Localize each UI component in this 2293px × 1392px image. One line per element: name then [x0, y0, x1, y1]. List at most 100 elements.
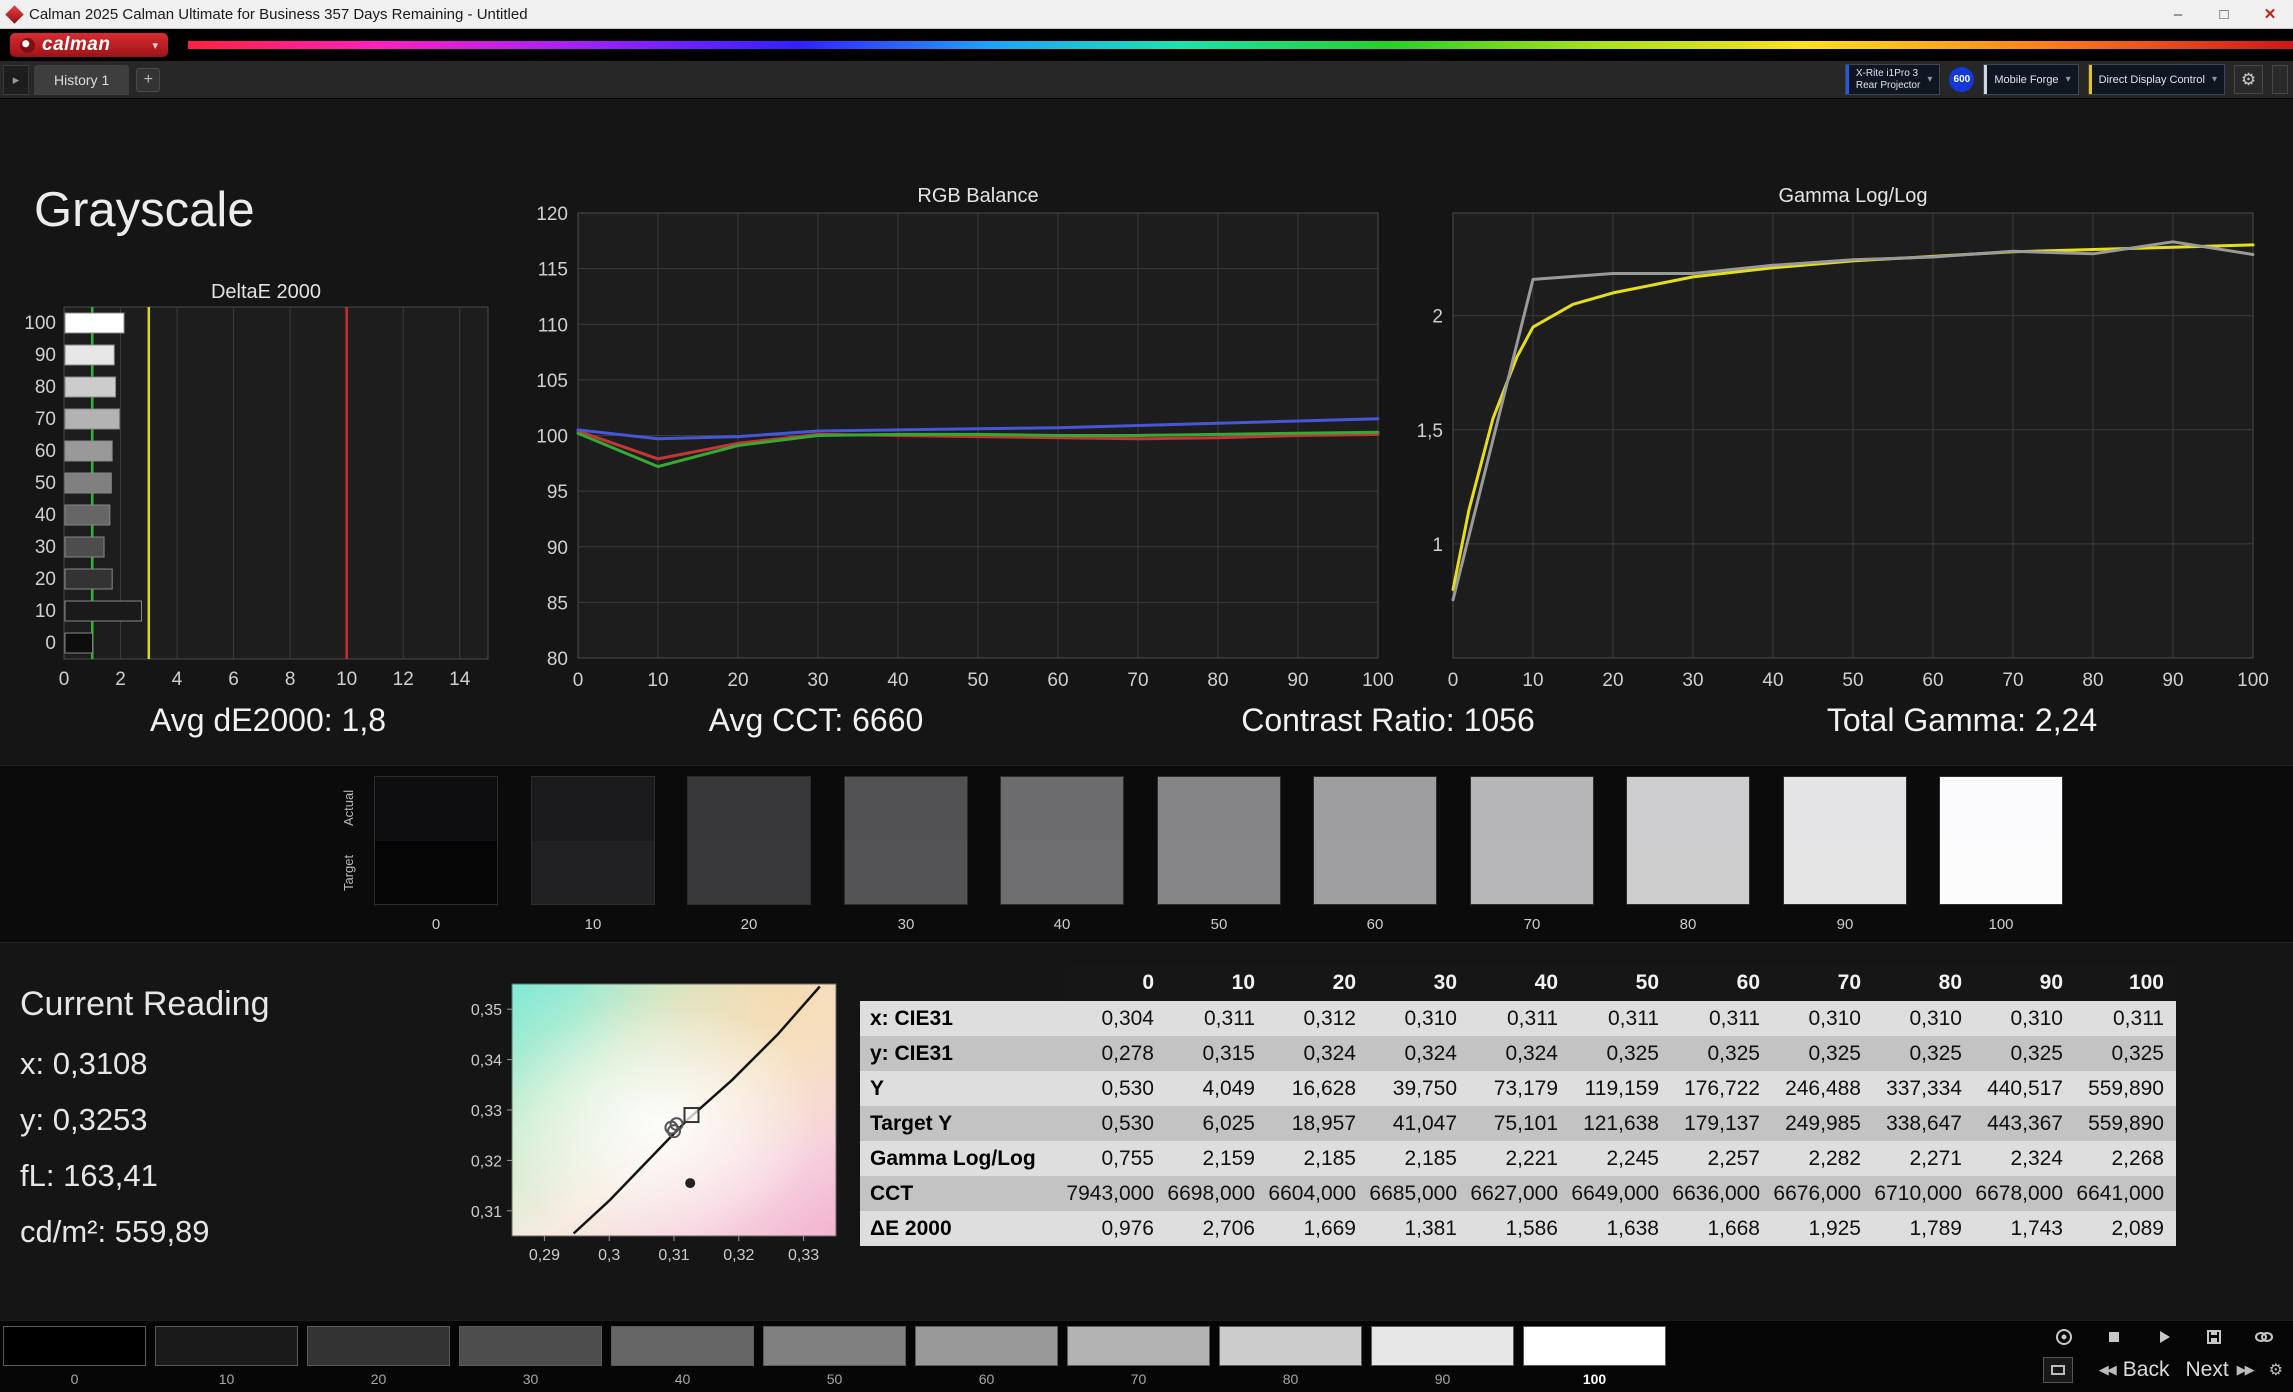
- current-reading-panel: Current Reading x: 0,3108 y: 0,3253 fL: …: [20, 985, 269, 1270]
- svg-text:50: 50: [35, 473, 56, 494]
- close-button[interactable]: ✕: [2247, 0, 2293, 28]
- reading-cdm2: cd/m²: 559,89: [20, 1214, 269, 1270]
- table-cell: 246,488: [1772, 1071, 1873, 1106]
- swatch-target-half: [1001, 841, 1123, 905]
- spectrum-strip: [188, 41, 2293, 49]
- grayscale-swatch: [1470, 776, 1594, 905]
- display-control-name: Direct Display Control: [2099, 74, 2205, 86]
- table-cell: 2,159: [1166, 1141, 1267, 1176]
- logo-bar: calman ▾: [0, 29, 2293, 61]
- swatch-level-label: 0: [374, 916, 498, 933]
- svg-text:100: 100: [24, 313, 56, 334]
- svg-text:60: 60: [1922, 670, 1943, 691]
- svg-text:110: 110: [538, 315, 568, 336]
- swatch-level-label: 10: [531, 916, 655, 933]
- svg-text:85: 85: [547, 593, 568, 614]
- minimize-button[interactable]: –: [2155, 0, 2201, 28]
- sidebar-expand-button[interactable]: ▸: [3, 65, 29, 95]
- patch-level-label: 0: [3, 1371, 146, 1387]
- rewind-icon: ◀◀: [2099, 1362, 2115, 1378]
- chevron-down-icon: ▾: [2066, 74, 2071, 85]
- patch-button[interactable]: [155, 1326, 298, 1366]
- next-label: Next: [2185, 1358, 2228, 1382]
- table-cell: 0,325: [1974, 1036, 2075, 1071]
- svg-text:30: 30: [807, 670, 828, 691]
- svg-text:90: 90: [2162, 670, 2183, 691]
- display-control-selector[interactable]: Direct Display Control ▾: [2088, 64, 2225, 95]
- swatch-level-label: 30: [844, 916, 968, 933]
- svg-text:2: 2: [115, 669, 126, 690]
- table-cell: 2,268: [2075, 1141, 2176, 1176]
- svg-text:0,34: 0,34: [471, 1053, 502, 1070]
- svg-text:0: 0: [59, 669, 70, 690]
- patch-level-label: 10: [155, 1371, 298, 1387]
- stop-button[interactable]: [2095, 1325, 2133, 1349]
- table-cell: 1,925: [1772, 1211, 1873, 1246]
- svg-text:0,33: 0,33: [788, 1247, 819, 1264]
- patch-button[interactable]: [1371, 1326, 1514, 1366]
- table-cell: 2,706: [1166, 1211, 1267, 1246]
- table-cell: 6604,000: [1267, 1176, 1368, 1211]
- svg-text:120: 120: [536, 204, 568, 225]
- svg-text:80: 80: [1207, 670, 1228, 691]
- table-row-label: Y: [860, 1071, 1065, 1106]
- add-tab-button[interactable]: +: [136, 68, 160, 92]
- patch-button[interactable]: [459, 1326, 602, 1366]
- patch-button[interactable]: [1067, 1326, 1210, 1366]
- patch-button[interactable]: [307, 1326, 450, 1366]
- exposure-badge[interactable]: 600: [1949, 67, 1974, 92]
- table-cell: 121,638: [1570, 1106, 1671, 1141]
- svg-text:30: 30: [1682, 670, 1703, 691]
- swatch-actual-half: [688, 777, 810, 841]
- transport-nav-row: ◀◀ Back Next ▶▶ ⚙: [1953, 1351, 2283, 1389]
- table-column-header: 70: [1772, 965, 1873, 1001]
- source-selector[interactable]: Mobile Forge ▾: [1983, 64, 2078, 95]
- swatch-actual-half: [532, 777, 654, 841]
- swatch-level-label: 50: [1157, 916, 1281, 933]
- save-button[interactable]: [2195, 1325, 2233, 1349]
- window-title: Calman 2025 Calman Ultimate for Business…: [29, 6, 528, 23]
- svg-text:70: 70: [2002, 670, 2023, 691]
- link-button[interactable]: [2245, 1325, 2283, 1349]
- grayscale-swatch: [1313, 776, 1437, 905]
- table-cell: 6,025: [1166, 1106, 1267, 1141]
- patch-button[interactable]: [3, 1326, 146, 1366]
- tab-history-1[interactable]: History 1: [34, 65, 129, 95]
- table-column-header: 90: [1974, 965, 2075, 1001]
- patch-button[interactable]: [611, 1326, 754, 1366]
- table-column-header: 0: [1065, 965, 1166, 1001]
- pattern-window-button[interactable]: [2043, 1357, 2073, 1383]
- patch-button[interactable]: [1219, 1326, 1362, 1366]
- patch-button[interactable]: [763, 1326, 906, 1366]
- meter-name: X-Rite i1Pro 3: [1856, 68, 1920, 80]
- table-cell: 2,185: [1368, 1141, 1469, 1176]
- table-cell: 2,089: [2075, 1211, 2176, 1246]
- calman-menu-button[interactable]: calman ▾: [10, 33, 168, 57]
- source-accent: [1984, 65, 1987, 94]
- play-button[interactable]: [2145, 1325, 2183, 1349]
- measure-button[interactable]: [2045, 1325, 2083, 1349]
- collapsed-panel-button[interactable]: [2272, 65, 2288, 94]
- contrast-ratio-readout: Contrast Ratio: 1056: [1241, 702, 1535, 739]
- table-cell: 0,310: [1772, 1001, 1873, 1036]
- svg-text:20: 20: [35, 569, 56, 590]
- table-row-label: y: CIE31: [860, 1036, 1065, 1071]
- svg-text:70: 70: [35, 409, 56, 430]
- patch-button[interactable]: [915, 1326, 1058, 1366]
- pattern-settings-icon[interactable]: ⚙: [2269, 1360, 2283, 1380]
- actual-row-label: Actual: [340, 776, 357, 840]
- table-cell: 1,669: [1267, 1211, 1368, 1246]
- settings-gear-button[interactable]: ⚙: [2234, 65, 2263, 94]
- maximize-button[interactable]: □: [2201, 0, 2247, 28]
- svg-text:100: 100: [2237, 670, 2269, 691]
- swatch-target-half: [1158, 841, 1280, 905]
- next-button[interactable]: Next ▶▶: [2185, 1358, 2252, 1382]
- table-cell: 0,312: [1267, 1001, 1368, 1036]
- svg-text:0: 0: [1448, 670, 1459, 691]
- back-button[interactable]: ◀◀ Back: [2099, 1358, 2170, 1382]
- swatch-target-half: [845, 841, 967, 905]
- meter-selector[interactable]: X-Rite i1Pro 3 Rear Projector ▾: [1845, 64, 1941, 95]
- svg-text:60: 60: [35, 441, 56, 462]
- swatch-actual-half: [1158, 777, 1280, 841]
- patch-button[interactable]: [1523, 1326, 1666, 1366]
